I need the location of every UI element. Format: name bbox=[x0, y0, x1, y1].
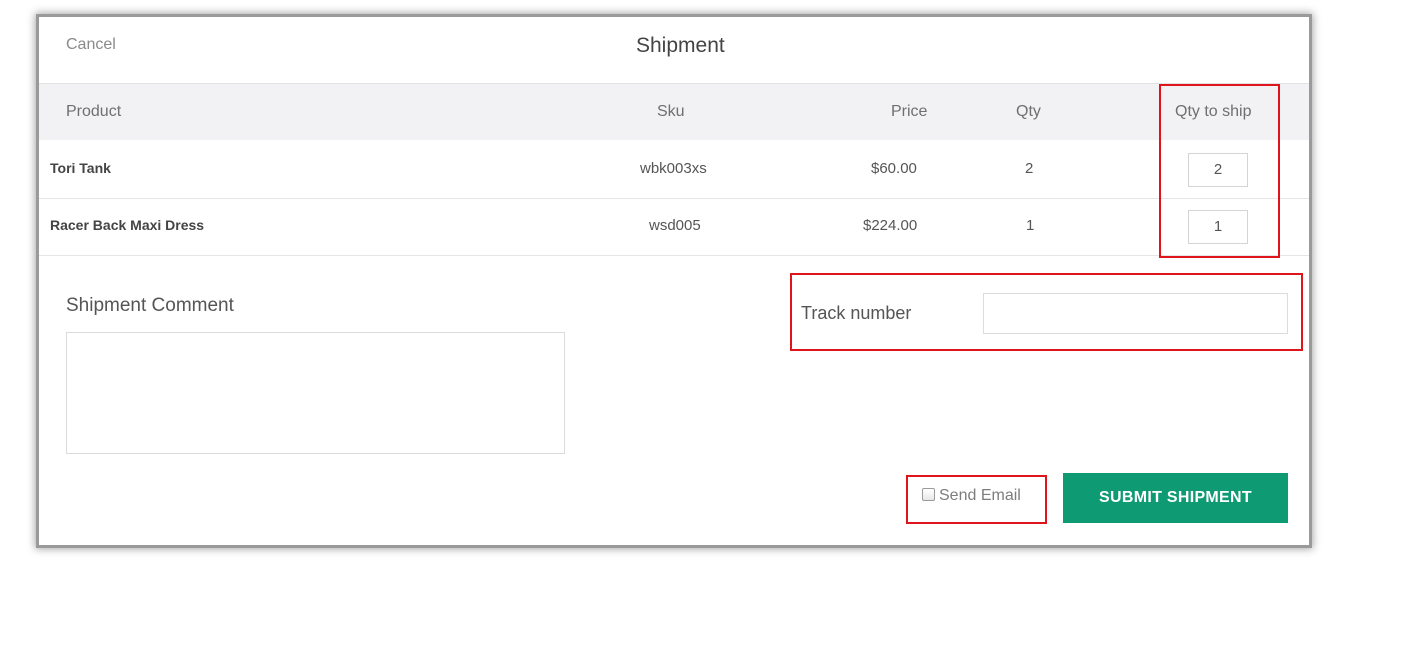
column-price: Price bbox=[891, 103, 928, 120]
shipment-comment-label: Shipment Comment bbox=[66, 295, 234, 316]
product-sku: wsd005 bbox=[649, 217, 701, 234]
modal-header: Cancel Shipment bbox=[39, 17, 1309, 84]
cancel-button[interactable]: Cancel bbox=[66, 36, 116, 54]
track-number-label: Track number bbox=[801, 303, 912, 323]
product-price: $224.00 bbox=[863, 217, 918, 234]
shipment-comment-textarea[interactable] bbox=[66, 332, 565, 454]
product-name: Racer Back Maxi Dress bbox=[50, 217, 205, 233]
table-row: Tori Tank wbk003xs $60.00 2 2 bbox=[39, 142, 1309, 199]
shipment-modal: Cancel Shipment Product Sku Price Qty Qt… bbox=[39, 17, 1309, 545]
table-header: Product Sku Price Qty Qty to ship bbox=[39, 84, 1309, 140]
column-product: Product bbox=[66, 103, 122, 120]
send-email-checkbox[interactable]: Send Email bbox=[922, 487, 1021, 505]
product-qty: 1 bbox=[1026, 217, 1035, 234]
track-number-input[interactable] bbox=[983, 293, 1288, 334]
send-email-label: Send Email bbox=[939, 487, 1021, 504]
column-qty: Qty bbox=[1016, 103, 1041, 120]
checkbox-icon[interactable] bbox=[922, 488, 935, 501]
product-sku: wbk003xs bbox=[640, 160, 707, 177]
qty-to-ship-input[interactable]: 1 bbox=[1188, 210, 1248, 244]
product-price: $60.00 bbox=[871, 160, 917, 177]
column-sku: Sku bbox=[657, 103, 685, 120]
column-qty-to-ship: Qty to ship bbox=[1175, 103, 1252, 120]
submit-shipment-button[interactable]: SUBMIT SHIPMENT bbox=[1063, 473, 1288, 523]
modal-title: Shipment bbox=[636, 34, 725, 57]
table-row: Racer Back Maxi Dress wsd005 $224.00 1 1 bbox=[39, 199, 1309, 256]
product-qty: 2 bbox=[1025, 160, 1034, 177]
product-name: Tori Tank bbox=[50, 160, 111, 176]
qty-to-ship-input[interactable]: 2 bbox=[1188, 153, 1248, 187]
